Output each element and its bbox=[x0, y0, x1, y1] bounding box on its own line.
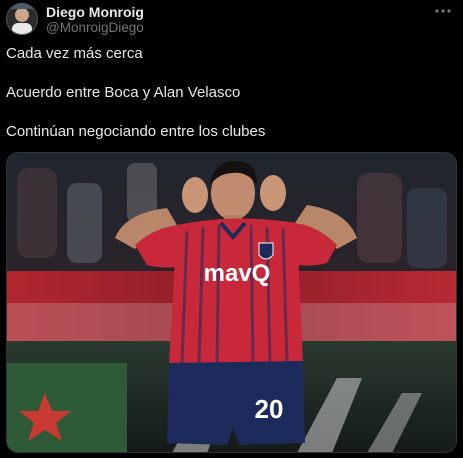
jersey-number: 20 bbox=[255, 394, 284, 424]
tweet-header: Diego Monroig @MonroigDiego bbox=[6, 3, 457, 37]
more-options-icon[interactable] bbox=[433, 3, 453, 19]
jersey-sponsor: mavQ bbox=[204, 260, 271, 287]
tweet-photo[interactable]: mavQ 20 bbox=[6, 152, 457, 453]
tweet-line: Acuerdo entre Boca y Alan Velasco bbox=[6, 84, 241, 101]
tweet-line: Cada vez más cerca bbox=[6, 45, 143, 62]
player-photo: mavQ 20 bbox=[7, 153, 456, 452]
tweet-text: Cada vez más cerca Acuerdo entre Boca y … bbox=[6, 44, 456, 161]
author-handle[interactable]: @MonroigDiego bbox=[46, 20, 144, 35]
avatar[interactable] bbox=[6, 3, 38, 35]
tweet-line: Continúan negociando entre los clubes bbox=[6, 123, 266, 140]
author-name[interactable]: Diego Monroig bbox=[46, 4, 144, 20]
